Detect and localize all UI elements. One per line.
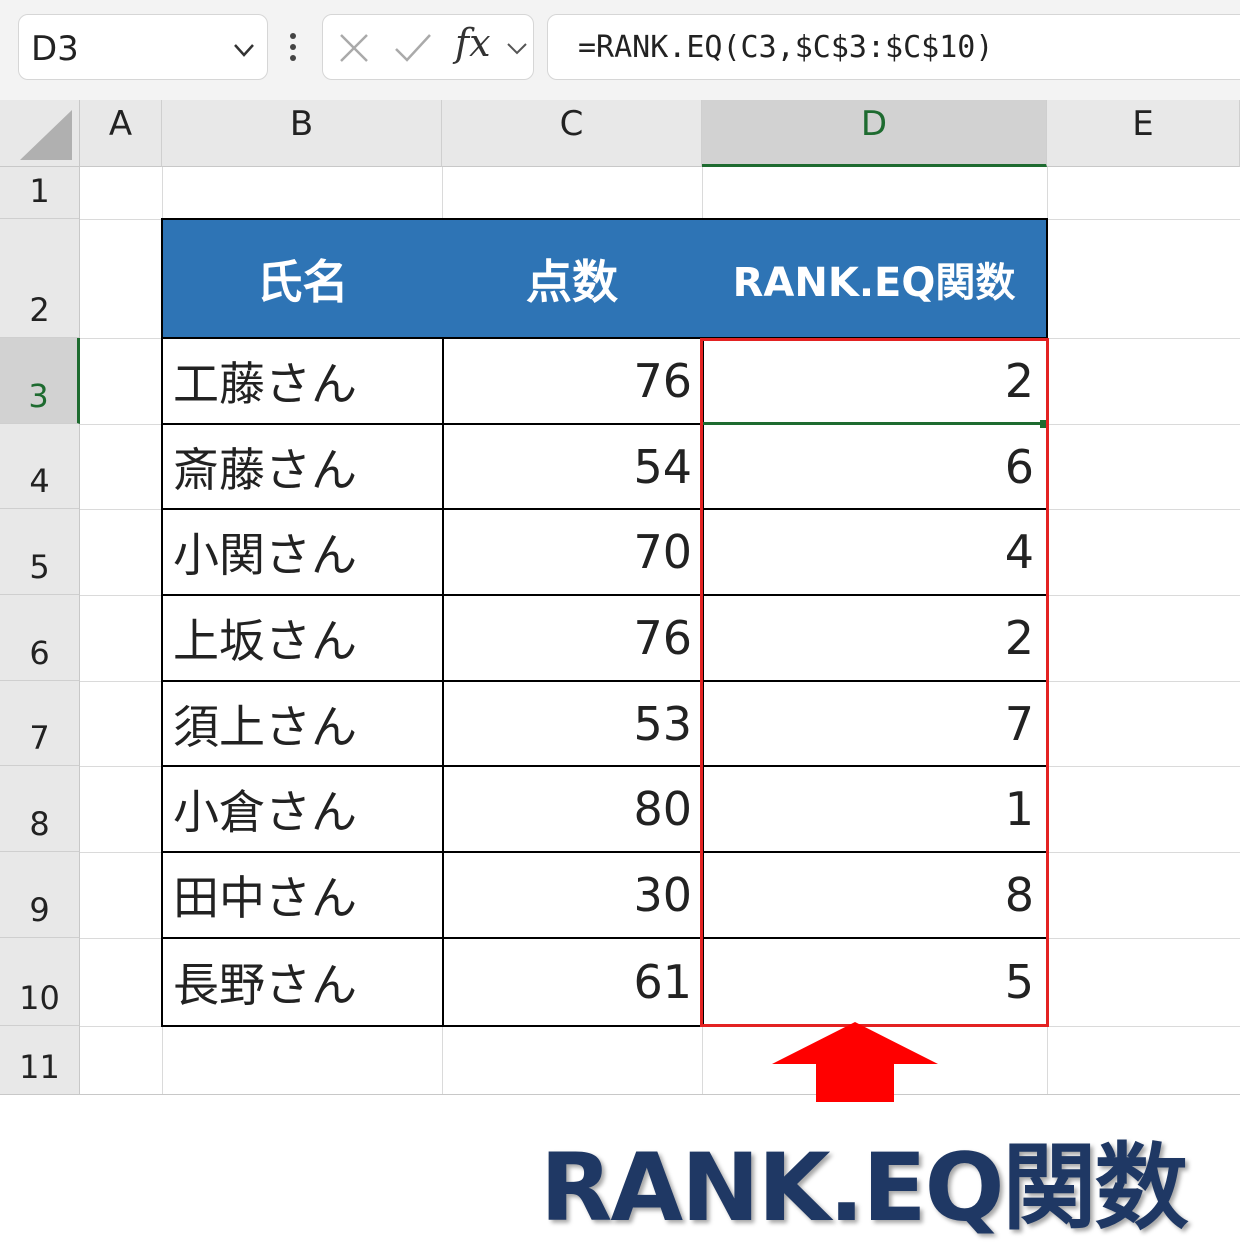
- table-header-score[interactable]: 点数: [442, 218, 704, 339]
- cell-name[interactable]: 小関さん: [161, 510, 444, 596]
- column-header-b[interactable]: B: [162, 100, 442, 167]
- select-all-button[interactable]: [0, 100, 80, 167]
- cell-name[interactable]: 小倉さん: [161, 767, 444, 853]
- cell-name[interactable]: 須上さん: [161, 682, 444, 767]
- arrow-up-icon: [772, 1022, 938, 1102]
- cell-name[interactable]: 上坂さん: [161, 596, 444, 682]
- row-header-5[interactable]: 5: [0, 509, 80, 595]
- spreadsheet-grid: A B C D E 1 2 3 4 5 6 7 8 9 10 11 氏名 点数 …: [0, 100, 1240, 1095]
- row-header-8[interactable]: 8: [0, 766, 80, 852]
- row-header-3[interactable]: 3: [0, 338, 80, 424]
- table-header-rank[interactable]: RANK.EQ関数: [702, 218, 1048, 339]
- cell-name[interactable]: 田中さん: [161, 853, 444, 939]
- row-header-1[interactable]: 1: [0, 167, 80, 219]
- row-header-4[interactable]: 4: [0, 424, 80, 509]
- cell-name[interactable]: 工藤さん: [161, 339, 444, 425]
- more-options-icon[interactable]: [285, 30, 301, 70]
- cell-score[interactable]: 70: [442, 510, 704, 596]
- cell-score[interactable]: 76: [442, 339, 704, 425]
- row-header-11[interactable]: 11: [0, 1026, 80, 1095]
- row-header-9[interactable]: 9: [0, 852, 80, 938]
- highlight-box: [700, 338, 1049, 1027]
- column-header-c[interactable]: C: [442, 100, 702, 167]
- insert-function-icon[interactable]: fx: [455, 21, 491, 65]
- formula-controls: fx: [322, 14, 534, 80]
- row-header-6[interactable]: 6: [0, 595, 80, 681]
- select-all-triangle-icon: [20, 110, 72, 160]
- grid-bottom-edge: [0, 1094, 1240, 1095]
- row-header-7[interactable]: 7: [0, 681, 80, 766]
- row-header-2[interactable]: 2: [0, 219, 80, 338]
- chevron-down-icon[interactable]: [231, 37, 257, 63]
- cell-score[interactable]: 30: [442, 853, 704, 939]
- caption-title: RANK.EQ関数: [540, 1134, 1188, 1243]
- row-header-10[interactable]: 10: [0, 938, 80, 1026]
- confirm-icon[interactable]: [393, 31, 433, 65]
- column-header-e[interactable]: E: [1047, 100, 1240, 167]
- formula-input[interactable]: =RANK.EQ(C3,$C$3:$C$10): [547, 14, 1240, 80]
- column-header-d[interactable]: D: [702, 100, 1047, 167]
- cancel-icon[interactable]: [337, 31, 371, 65]
- cell-score[interactable]: 76: [442, 596, 704, 682]
- formula-text: =RANK.EQ(C3,$C$3:$C$10): [578, 30, 994, 65]
- cell-name[interactable]: 斎藤さん: [161, 425, 444, 510]
- cell-name[interactable]: 長野さん: [161, 939, 444, 1027]
- table-header-name[interactable]: 氏名: [161, 218, 444, 339]
- chevron-down-icon[interactable]: [505, 39, 529, 59]
- name-box-value: D3: [31, 29, 79, 69]
- cell-score[interactable]: 80: [442, 767, 704, 853]
- formula-bar: D3 fx =RANK.EQ(C3,$C$3:$C$10): [0, 0, 1240, 100]
- cell-score[interactable]: 61: [442, 939, 704, 1027]
- cell-score[interactable]: 53: [442, 682, 704, 767]
- cell-score[interactable]: 54: [442, 425, 704, 510]
- name-box[interactable]: D3: [18, 14, 268, 80]
- column-header-a[interactable]: A: [80, 100, 162, 167]
